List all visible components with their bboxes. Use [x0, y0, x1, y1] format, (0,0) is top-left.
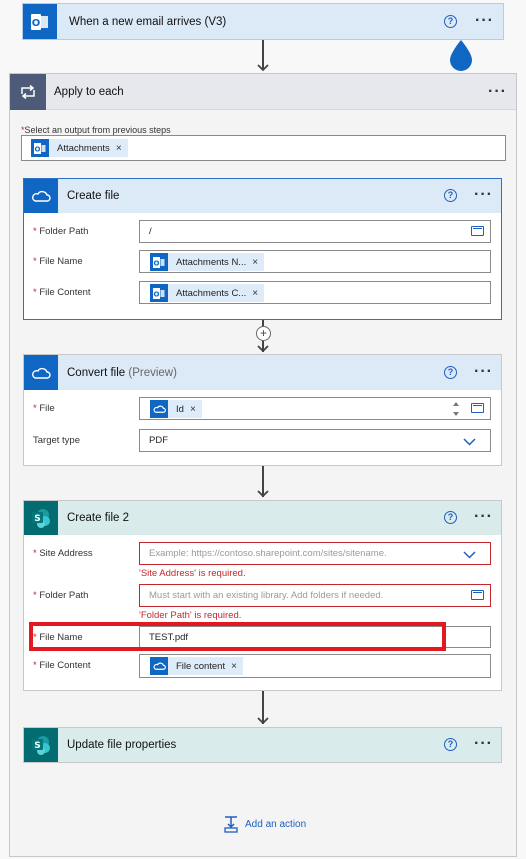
help-icon[interactable]: ?: [444, 738, 457, 751]
file-content-token[interactable]: File content ×: [150, 657, 243, 675]
more-options-icon[interactable]: ···: [488, 84, 507, 100]
apply-to-each-header[interactable]: Apply to each: [10, 73, 516, 110]
remove-token-icon[interactable]: ×: [252, 257, 264, 268]
remove-token-icon[interactable]: ×: [231, 661, 243, 672]
site-address-field[interactable]: Example: https://contoso.sharepoint.com/…: [139, 542, 491, 565]
token-label: Attachments: [57, 142, 110, 154]
token-label: File content: [176, 660, 226, 672]
loop-icon: [10, 73, 46, 110]
create-file-card[interactable]: Create file ? ··· * Folder Path / * File…: [23, 178, 502, 320]
folder-path-placeholder: Must start with an existing library. Add…: [149, 590, 384, 601]
outlook-icon: O: [150, 284, 168, 302]
convert-file-title: Convert file (Preview): [67, 366, 177, 379]
svg-text:S: S: [34, 741, 40, 751]
update-file-properties-card[interactable]: S Update file properties ? ···: [23, 727, 502, 763]
folder-path-field[interactable]: /: [139, 220, 491, 243]
trigger-title: When a new email arrives (V3): [69, 15, 227, 28]
token-label: Attachments N...: [176, 256, 247, 268]
create-file-2-card[interactable]: S Create file 2 ? ··· * Site Address Exa…: [23, 500, 502, 691]
onedrive-icon: [24, 355, 58, 390]
remove-token-icon[interactable]: ×: [116, 143, 128, 154]
create-file-2-header[interactable]: S Create file 2: [24, 501, 501, 535]
file-content-field[interactable]: File content ×: [139, 654, 491, 678]
onedrive-icon: [150, 657, 168, 675]
svg-text:O: O: [32, 18, 41, 29]
trigger-card[interactable]: O When a new email arrives (V3) ? ···: [22, 3, 504, 40]
folder-path-field[interactable]: Must start with an existing library. Add…: [139, 584, 491, 607]
svg-text:O: O: [154, 259, 160, 267]
file-content-label: * File Content: [33, 287, 91, 298]
sharepoint-icon: S: [24, 501, 58, 535]
token-label: Id: [176, 403, 184, 415]
svg-text:O: O: [154, 290, 160, 298]
site-address-error: 'Site Address' is required.: [139, 568, 246, 579]
update-file-properties-title: Update file properties: [67, 739, 177, 751]
site-address-label: * Site Address: [33, 548, 93, 559]
outlook-icon: O: [31, 139, 49, 157]
sharepoint-icon: S: [24, 728, 58, 762]
help-icon[interactable]: ?: [444, 366, 457, 379]
more-options-icon[interactable]: ···: [475, 13, 494, 29]
add-action-button[interactable]: Add an action: [222, 815, 306, 833]
file-content-field[interactable]: O Attachments C... ×: [139, 281, 491, 304]
add-action-label: Add an action: [245, 818, 307, 830]
more-options-icon[interactable]: ···: [474, 187, 493, 203]
target-type-label: Target type: [33, 435, 80, 446]
chevron-down-icon[interactable]: [463, 437, 476, 449]
help-icon[interactable]: ?: [444, 189, 457, 202]
remove-token-icon[interactable]: ×: [252, 288, 264, 299]
file-name-label: * File Name: [33, 256, 83, 267]
insert-step-button[interactable]: +: [256, 326, 271, 341]
create-file-header[interactable]: Create file: [24, 179, 501, 213]
attachments-name-token[interactable]: O Attachments N... ×: [150, 253, 265, 271]
trigger-header[interactable]: O When a new email arrives (V3): [23, 4, 503, 39]
remove-token-icon[interactable]: ×: [190, 404, 202, 415]
onedrive-icon: [24, 179, 58, 213]
site-address-placeholder: Example: https://contoso.sharepoint.com/…: [149, 548, 387, 559]
help-icon[interactable]: ?: [444, 15, 457, 28]
update-file-properties-header[interactable]: S Update file properties: [24, 728, 501, 762]
attachments-content-token[interactable]: O Attachments C... ×: [150, 284, 265, 302]
highlight-box: [29, 622, 446, 651]
drop-icon: [448, 39, 474, 71]
folder-picker-icon[interactable]: [471, 590, 484, 600]
outlook-icon: O: [150, 253, 168, 271]
svg-text:S: S: [34, 514, 40, 524]
spinner-icon[interactable]: [452, 401, 460, 417]
create-file-title: Create file: [67, 190, 120, 202]
attachments-token[interactable]: O Attachments ×: [31, 139, 128, 157]
outlook-icon: O: [23, 4, 57, 39]
chevron-down-icon[interactable]: [463, 550, 476, 562]
connector-arrow: [257, 40, 269, 72]
file-field[interactable]: Id ×: [139, 397, 491, 420]
folder-path-error: 'Folder Path' is required.: [139, 610, 242, 621]
onedrive-icon: [150, 400, 168, 418]
apply-to-each-title: Apply to each: [54, 85, 124, 98]
select-output-label: *Select an output from previous steps: [21, 125, 171, 135]
help-icon[interactable]: ?: [444, 511, 457, 524]
file-content-label: * File Content: [33, 660, 91, 671]
folder-path-value: /: [149, 226, 152, 237]
folder-path-label: * Folder Path: [33, 590, 89, 601]
connector-arrow: [257, 691, 269, 727]
convert-file-card[interactable]: Convert file (Preview) ? ··· * File Id ×…: [23, 354, 502, 466]
connector-arrow: [257, 466, 269, 500]
folder-picker-icon[interactable]: [471, 403, 484, 413]
id-token[interactable]: Id ×: [150, 400, 202, 418]
file-name-field[interactable]: O Attachments N... ×: [139, 250, 491, 273]
folder-path-label: * Folder Path: [33, 226, 89, 237]
add-action-icon: [222, 815, 240, 833]
more-options-icon[interactable]: ···: [474, 364, 493, 380]
convert-file-header[interactable]: Convert file (Preview): [24, 355, 501, 390]
create-file-2-title: Create file 2: [67, 512, 130, 524]
target-type-value: PDF: [149, 435, 168, 446]
folder-picker-icon[interactable]: [471, 226, 484, 236]
file-label: * File: [33, 403, 55, 414]
select-output-field[interactable]: O Attachments ×: [21, 135, 506, 161]
token-label: Attachments C...: [176, 287, 247, 299]
target-type-select[interactable]: PDF: [139, 429, 491, 452]
more-options-icon[interactable]: ···: [474, 509, 493, 525]
more-options-icon[interactable]: ···: [474, 736, 493, 752]
svg-text:O: O: [35, 145, 41, 153]
